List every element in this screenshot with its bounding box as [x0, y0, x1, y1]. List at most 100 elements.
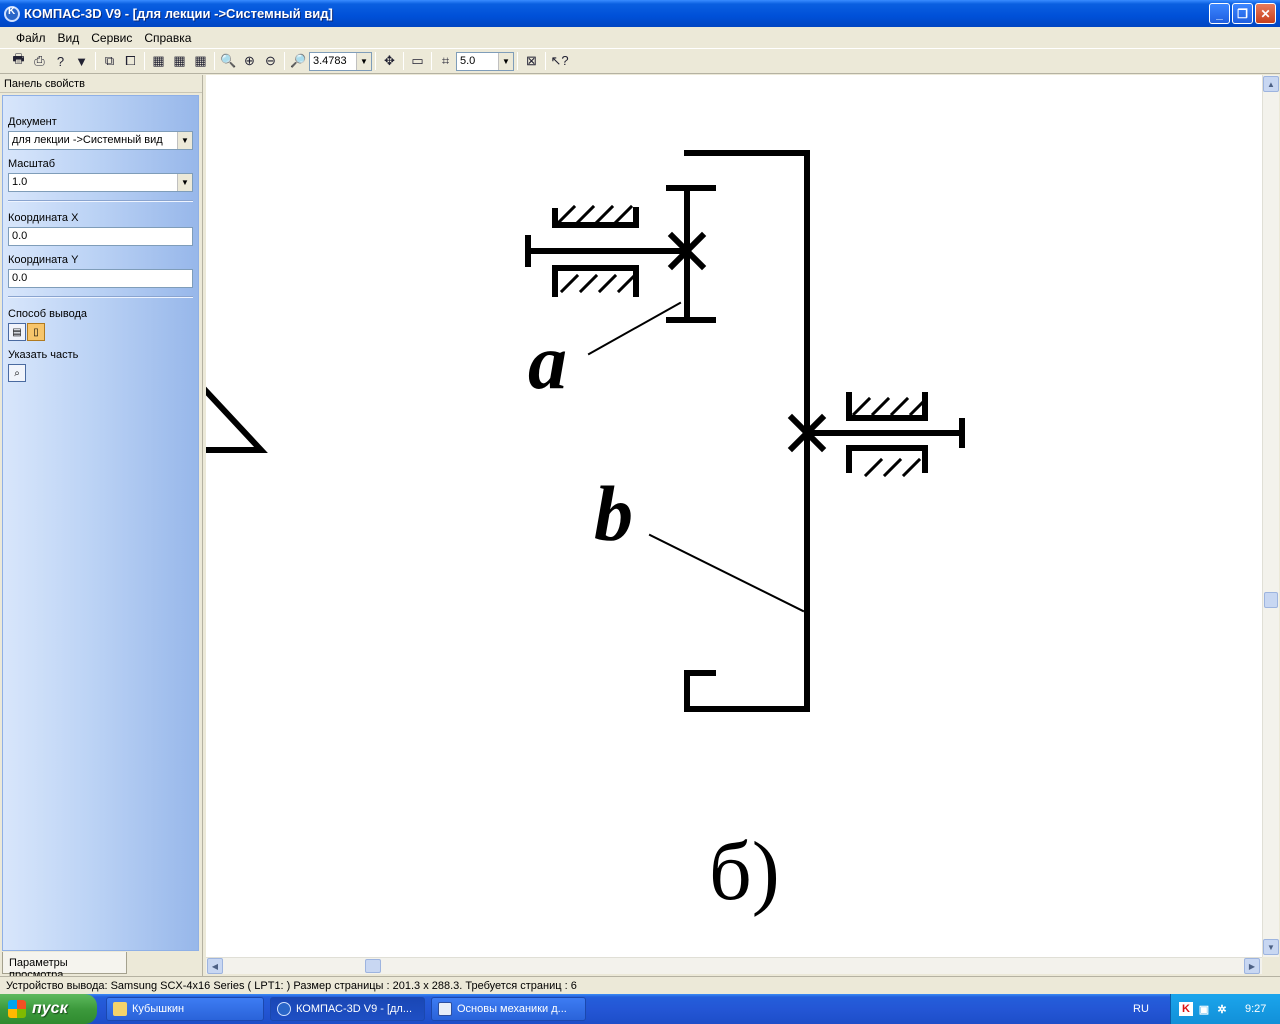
- step-value: 5.0: [460, 54, 476, 67]
- folder-icon: [113, 1002, 127, 1016]
- windows-flag-icon: [8, 1000, 26, 1018]
- close-preview-icon[interactable]: ⊠: [521, 51, 542, 72]
- horizontal-scroll-thumb[interactable]: [365, 959, 381, 973]
- status-bar: Устройство вывода: Samsung SCX-4x16 Seri…: [0, 976, 1280, 994]
- leader-line-b: [648, 533, 805, 613]
- output-label: Способ вывода: [8, 308, 87, 320]
- coord-x-value: 0.0: [12, 230, 28, 242]
- system-tray: K ▣ ✲ 9:27: [1170, 994, 1280, 1024]
- coord-y-input[interactable]: 0.0: [8, 269, 193, 288]
- scroll-right-icon[interactable]: ▶: [1244, 958, 1260, 974]
- output-page-icon[interactable]: ▤: [8, 323, 26, 341]
- help-icon[interactable]: ?: [50, 51, 71, 72]
- print-preview-icon[interactable]: ⎙: [29, 51, 50, 72]
- chevron-down-icon[interactable]: ▼: [177, 132, 192, 149]
- task-label: КОМПАС-3D V9 - [дл...: [296, 1003, 413, 1015]
- minimize-button[interactable]: _: [1209, 3, 1230, 24]
- zoom-out-icon[interactable]: ⊖: [260, 51, 281, 72]
- toolbar-separator: [214, 52, 215, 70]
- kompas-app-icon: [4, 5, 20, 22]
- figure-caption: б): [709, 825, 780, 918]
- step-combo[interactable]: 5.0 ▼: [456, 51, 514, 71]
- panel-body: Документ для лекции ->Системный вид ▼ Ма…: [2, 95, 199, 951]
- grid-3-icon[interactable]: ▦: [190, 51, 211, 72]
- zoom-combo[interactable]: 3.4783 ▼: [309, 51, 372, 71]
- language-indicator[interactable]: RU: [1133, 1003, 1149, 1015]
- snap-icon[interactable]: ⌗: [435, 51, 456, 72]
- scroll-up-icon[interactable]: ▲: [1263, 76, 1279, 92]
- label-a: a: [528, 318, 567, 405]
- sheet-icon[interactable]: ▭: [407, 51, 428, 72]
- output-sheet-icon[interactable]: ▯: [27, 323, 45, 341]
- chevron-down-icon[interactable]: ▼: [498, 52, 513, 70]
- context-help-icon[interactable]: ↖?: [549, 51, 570, 72]
- select-part-icon[interactable]: ⌕: [8, 364, 26, 382]
- menu-help[interactable]: Справка: [138, 31, 197, 45]
- close-button[interactable]: ✕: [1255, 3, 1276, 24]
- task-label: Основы механики д...: [457, 1003, 567, 1015]
- document-label: Документ: [8, 116, 57, 128]
- menu-view[interactable]: Вид: [52, 31, 86, 45]
- left-bearing-bottom: [552, 265, 639, 297]
- window-title: КОМПАС-3D V9 - [для лекции ->Системный в…: [24, 6, 333, 21]
- tab-view-params[interactable]: Параметры просмотра: [2, 952, 127, 981]
- word-document-icon: [438, 1002, 452, 1016]
- start-label: пуск: [32, 1000, 68, 1017]
- chevron-down-icon[interactable]: ▼: [177, 174, 192, 191]
- copy-sheets-icon[interactable]: ⧉: [99, 51, 120, 72]
- divider: [8, 200, 193, 202]
- chevron-down-icon[interactable]: ▼: [356, 52, 371, 70]
- taskbar: пуск Кубышкин КОМПАС-3D V9 - [дл... Осно…: [0, 994, 1280, 1024]
- coord-x-input[interactable]: 0.0: [8, 227, 193, 246]
- filter-icon[interactable]: ▼: [71, 51, 92, 72]
- leader-line-a: [587, 301, 682, 356]
- grid-2-icon[interactable]: ▦: [169, 51, 190, 72]
- zoom-scale-icon[interactable]: 🔎: [288, 51, 309, 72]
- vertical-scroll-thumb[interactable]: [1264, 592, 1278, 608]
- drawing-canvas[interactable]: a b б): [206, 75, 1262, 957]
- scroll-corner: [1262, 957, 1280, 974]
- document-value: для лекции ->Системный вид: [12, 134, 163, 146]
- scroll-left-icon[interactable]: ◀: [207, 958, 223, 974]
- scale-value: 1.0: [12, 176, 28, 188]
- start-button[interactable]: пуск: [0, 994, 97, 1024]
- grid-1-icon[interactable]: ▦: [148, 51, 169, 72]
- task-label: Кубышкин: [132, 1003, 185, 1015]
- vertical-scrollbar[interactable]: ▲ ▼: [1262, 75, 1279, 957]
- menu-file[interactable]: Файл: [10, 31, 52, 45]
- clock: 9:27: [1245, 1003, 1267, 1015]
- scale-label: Масштаб: [8, 158, 56, 170]
- zoom-value: 3.4783: [313, 54, 347, 67]
- right-bearing-hatching: [851, 396, 925, 478]
- triangle-fragment: [206, 386, 268, 453]
- title-bar: КОМПАС-3D V9 - [для лекции ->Системный в…: [0, 0, 1280, 27]
- restore-button[interactable]: ❐: [1232, 3, 1253, 24]
- pan-icon[interactable]: ✥: [379, 51, 400, 72]
- paste-sheets-icon[interactable]: ⧠: [120, 51, 141, 72]
- menu-service[interactable]: Сервис: [85, 31, 138, 45]
- zoom-window-icon[interactable]: 🔍: [218, 51, 239, 72]
- task-word[interactable]: Основы механики д...: [431, 997, 586, 1021]
- task-kompas[interactable]: КОМПАС-3D V9 - [дл...: [270, 997, 425, 1021]
- scale-select[interactable]: 1.0 ▼: [8, 173, 193, 192]
- toolbar-separator: [284, 52, 285, 70]
- toolbar-separator: [375, 52, 376, 70]
- coord-y-value: 0.0: [12, 272, 28, 284]
- document-select[interactable]: для лекции ->Системный вид ▼: [8, 131, 193, 150]
- print-icon[interactable]: 🖶: [8, 51, 29, 72]
- horizontal-scrollbar[interactable]: ◀ ▶: [206, 957, 1262, 974]
- toolbar-separator: [517, 52, 518, 70]
- toolbar-separator: [144, 52, 145, 70]
- label-b: b: [594, 470, 633, 557]
- network-icon[interactable]: ▣: [1197, 1002, 1211, 1016]
- toolbar-separator: [545, 52, 546, 70]
- part-label: Указать часть: [8, 349, 79, 361]
- toolbar-separator: [431, 52, 432, 70]
- divider: [8, 296, 193, 298]
- toolbar: 🖶 ⎙ ? ▼ ⧉ ⧠ ▦ ▦ ▦ 🔍 ⊕ ⊖ 🔎 3.4783 ▼ ✥ ▭ ⌗…: [0, 48, 1280, 74]
- zoom-in-icon[interactable]: ⊕: [239, 51, 260, 72]
- settings-icon[interactable]: ✲: [1215, 1002, 1229, 1016]
- task-explorer[interactable]: Кубышкин: [106, 997, 264, 1021]
- antivirus-icon[interactable]: K: [1179, 1002, 1193, 1016]
- scroll-down-icon[interactable]: ▼: [1263, 939, 1279, 955]
